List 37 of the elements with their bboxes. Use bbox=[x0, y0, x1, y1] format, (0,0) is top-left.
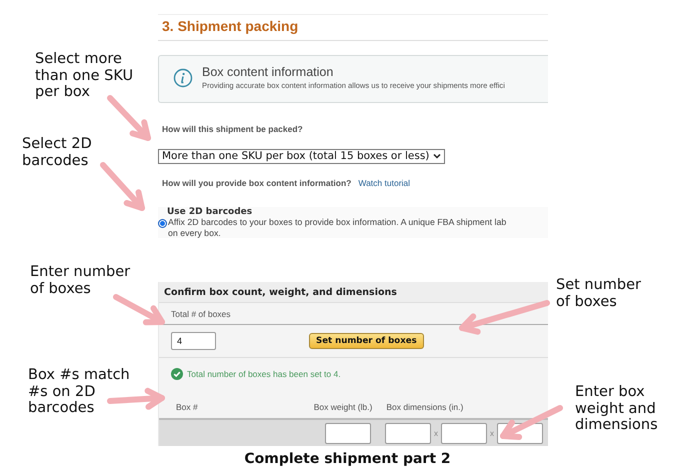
annotation-text: Enter box weight and dimensions bbox=[575, 384, 658, 434]
separator-label: x bbox=[490, 428, 494, 438]
column-header: Box weight (lb.) bbox=[314, 402, 372, 412]
annotation-text: Set number of boxes bbox=[556, 277, 642, 310]
annotation-text: Select more than one SKU per box bbox=[35, 51, 134, 100]
option-description: Affix 2D barcodes to your boxes to provide box information. A unique FBA shipment lab on every box. bbox=[168, 217, 506, 238]
section-title: 3. Shipment packing bbox=[158, 15, 548, 41]
tutorial-link[interactable]: Watch tutorial bbox=[358, 178, 410, 188]
box-count-field[interactable]: 4 bbox=[171, 332, 216, 350]
annotation-text: Select 2D barcodes bbox=[22, 136, 92, 169]
dimension-field[interactable] bbox=[441, 422, 487, 444]
packing-select[interactable]: More than one SKU per box (total 15 boxes or less) bbox=[158, 149, 446, 164]
separator-label: x bbox=[434, 428, 438, 438]
column-header: Box dimensions (in.) bbox=[386, 402, 464, 412]
arrow bbox=[107, 95, 151, 141]
column-header: Box # bbox=[176, 402, 198, 412]
question-label: How will this shipment be packed? bbox=[162, 124, 304, 134]
arrow bbox=[500, 405, 563, 440]
field-label: Total # of boxes bbox=[159, 303, 548, 325]
info-title: Box content information bbox=[202, 65, 334, 79]
arrow bbox=[113, 294, 165, 326]
arrow bbox=[107, 388, 165, 410]
check-icon bbox=[171, 368, 183, 380]
weight-field[interactable] bbox=[325, 422, 371, 444]
option-title: Use 2D barcodes bbox=[167, 207, 254, 217]
radio-button[interactable] bbox=[158, 219, 167, 228]
confirmation-message: Total number of boxes has been set to 4. bbox=[187, 369, 341, 379]
set-boxes-button[interactable]: Set number of boxes bbox=[309, 333, 424, 349]
chevron-icon bbox=[433, 153, 442, 159]
dimension-field[interactable] bbox=[385, 422, 431, 444]
figure-caption: Complete shipment part 2 bbox=[243, 451, 452, 467]
annotation-text: Box #s match #s on 2D barcodes bbox=[28, 367, 130, 416]
arrow bbox=[100, 162, 145, 211]
panel-header: Confirm box count, weight, and dimensions bbox=[159, 282, 548, 303]
info-icon bbox=[173, 68, 193, 88]
question-label: How will you provide box content information? bbox=[162, 178, 352, 188]
annotation-text: Enter number of boxes bbox=[30, 264, 130, 297]
